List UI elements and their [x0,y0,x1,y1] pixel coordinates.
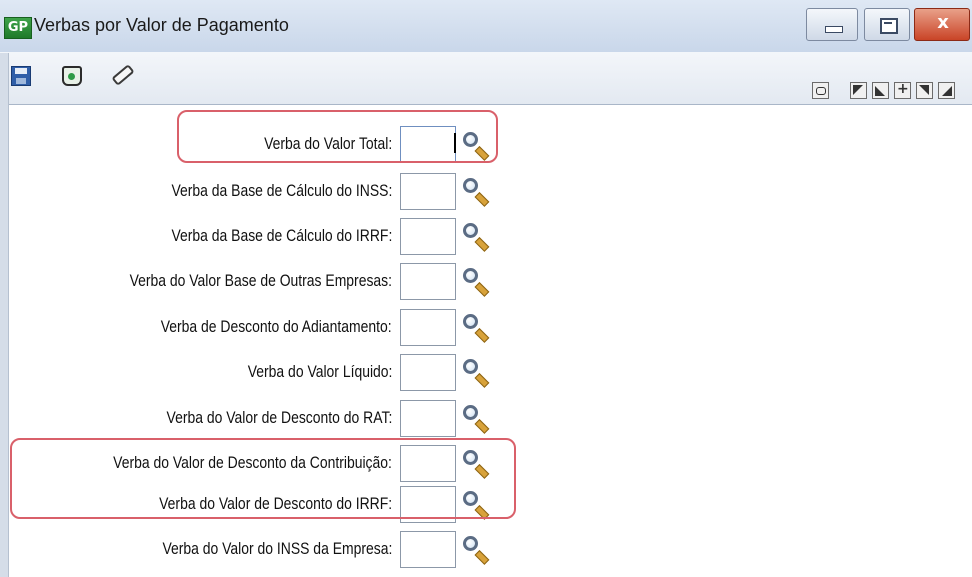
prev-record-icon[interactable] [872,82,889,99]
label-desconto-adiantamento: Verba de Desconto do Adiantamento: [161,317,392,336]
last-record-icon[interactable] [938,82,955,99]
lookup-base-irrf-icon[interactable] [463,223,490,252]
close-icon: x [937,12,949,33]
label-base-calculo-irrf: Verba da Base de Cálculo do IRRF: [171,226,392,245]
base-outras-empresas-input[interactable] [400,263,456,300]
desconto-rat-input[interactable] [400,400,456,437]
lookup-base-inss-icon[interactable] [463,178,490,207]
label-inss-empresa: Verba do Valor do INSS da Empresa: [162,539,392,558]
lookup-rat-icon[interactable] [463,405,490,434]
title-bar[interactable]: GP Verbas por Valor de Pagamento x [0,0,972,52]
maximize-icon [880,18,898,34]
first-record-icon[interactable] [850,82,867,99]
next-record-icon[interactable] [916,82,933,99]
camera-icon[interactable] [812,82,829,99]
inss-empresa-input[interactable] [400,531,456,568]
lookup-outras-empresas-icon[interactable] [463,268,490,297]
maximize-button[interactable] [864,8,910,41]
lookup-inss-empresa-icon[interactable] [463,536,490,565]
lookup-adiantamento-icon[interactable] [463,314,490,343]
label-base-outras-empresas: Verba do Valor Base de Outras Empresas: [129,271,392,290]
app-logo-icon: GP [4,17,32,39]
app-window: GP Verbas por Valor de Pagamento x Verba… [0,0,972,577]
minimize-icon [825,26,843,33]
window-title: Verbas por Valor de Pagamento [34,15,289,35]
valor-liquido-input[interactable] [400,354,456,391]
highlight-box-top [177,110,498,163]
trash-icon[interactable] [62,66,82,86]
desconto-adiantamento-input[interactable] [400,309,456,346]
base-calculo-irrf-input[interactable] [400,218,456,255]
label-desconto-rat: Verba do Valor de Desconto do RAT: [166,408,392,427]
save-icon[interactable] [11,66,31,86]
lookup-valor-liquido-icon[interactable] [463,359,490,388]
label-base-calculo-inss: Verba da Base de Cálculo do INSS: [171,181,392,200]
close-button[interactable]: x [914,8,970,41]
highlight-box-bottom [10,438,516,519]
base-calculo-inss-input[interactable] [400,173,456,210]
label-valor-liquido: Verba do Valor Líquido: [247,362,392,381]
locate-icon[interactable] [894,81,911,99]
minimize-button[interactable] [806,8,858,41]
